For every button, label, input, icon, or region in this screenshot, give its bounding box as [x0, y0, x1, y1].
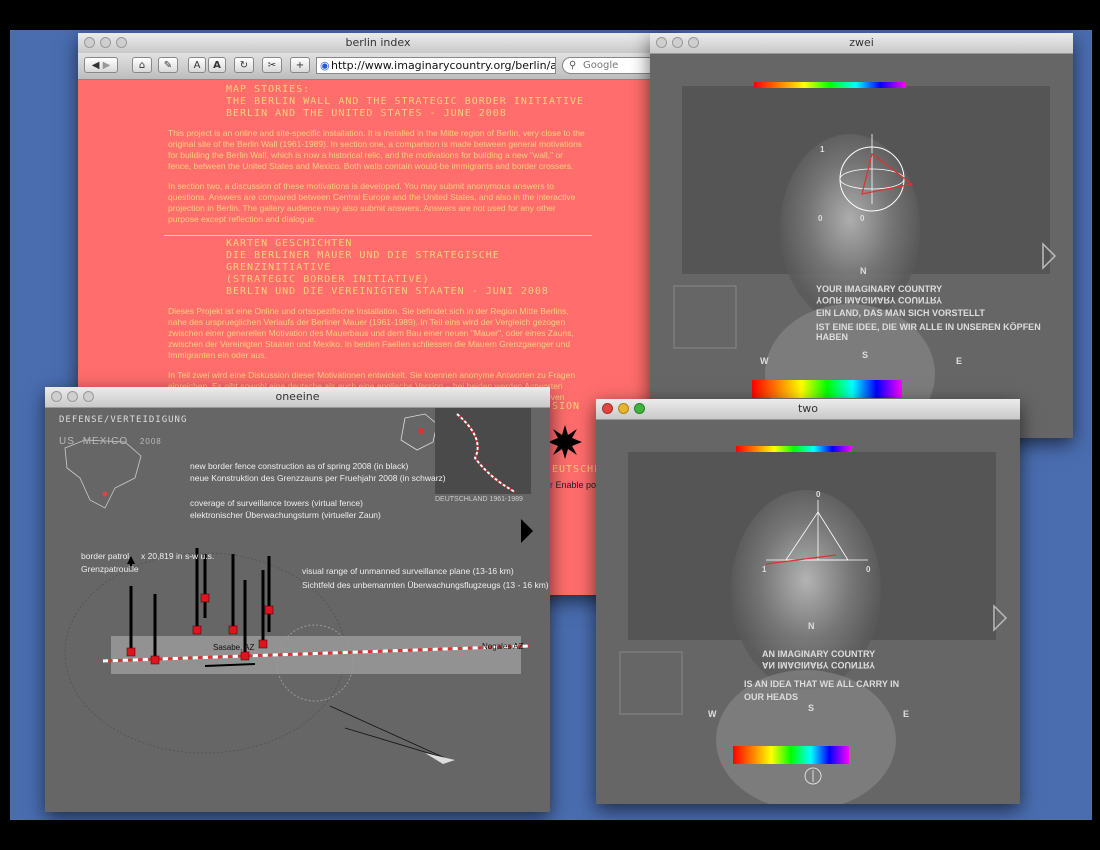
reload-icon: ↻ — [239, 60, 249, 71]
berlin-aerial-image — [435, 408, 531, 494]
en-paragraph-1: This project is an online and site-speci… — [168, 128, 585, 171]
compass-east: E — [956, 356, 963, 366]
zwei-artwork — [650, 54, 1073, 438]
rainbow-bar-top — [754, 82, 906, 88]
text-smaller-button[interactable]: A — [188, 57, 206, 73]
window-title: two — [797, 402, 819, 415]
zwei-window: zwei 1 0 0 N W S E YOUR IMAGINARY COUNTR… — [650, 33, 1073, 438]
axis-label: 1 — [820, 145, 825, 154]
de-heading: KARTEN GESCHICHTEN DIE BERLINER MAUER UN… — [226, 238, 549, 297]
two-artwork — [596, 420, 1020, 804]
back-forward-buttons[interactable]: ◀ ▶ — [84, 57, 118, 73]
axis-label: 1 — [762, 565, 767, 574]
plus-icon: + — [295, 60, 305, 71]
axis-label: 0 — [860, 214, 865, 223]
divider — [164, 235, 592, 236]
place-sasabe: Sasabe, AZ — [213, 643, 255, 652]
patrol-label-de: Grenzpatrouille — [81, 564, 139, 574]
close-button[interactable] — [51, 391, 62, 402]
en-paragraph-2: In section two, a discussion of these mo… — [168, 181, 576, 224]
two-content: 0 1 0 N W S E AN IMAGINARY COUNTRY AN IM… — [596, 420, 1020, 804]
text-line-4: OUR HEADS — [744, 692, 799, 702]
patrol-label-en: border patrol — [81, 551, 130, 561]
minimize-button[interactable] — [618, 403, 629, 414]
rainbow-bar-bottom — [752, 380, 902, 398]
oneeine-titlebar[interactable]: oneeine — [45, 387, 550, 408]
two-titlebar[interactable]: two — [596, 399, 1020, 420]
text-line-1: YOUR IMAGINARY COUNTRY — [816, 284, 943, 294]
close-button[interactable] — [656, 37, 667, 48]
compass-west: W — [760, 356, 769, 366]
enable-link[interactable]: r Enable po — [550, 480, 596, 490]
browser-titlebar[interactable]: berlin index — [78, 33, 678, 54]
starburst-icon — [548, 425, 582, 459]
edit-button[interactable]: ✎ — [158, 57, 178, 73]
text-line-2-mirrored: AN IMAGINARY COUNTRY — [762, 660, 876, 670]
window-title: berlin index — [345, 36, 411, 49]
scissors-icon: ✂ — [267, 60, 277, 71]
text-line-4: IST EINE IDEE, DIE WIR ALLE IN UNSEREN K… — [816, 322, 1041, 342]
home-icon: ⌂ — [138, 60, 146, 71]
defense-header: DEFENSE/VERTEIDIGUNG — [59, 415, 188, 425]
text-line-3: IS AN IDEA THAT WE ALL CARRY IN — [744, 679, 900, 689]
region-label: US MEXICO 2008 — [59, 436, 162, 447]
axis-label: 0 — [816, 490, 821, 499]
compass-south: S — [862, 350, 869, 360]
plane-label-de: Sichtfeld des unbemannten Überwachungsfl… — [302, 580, 549, 590]
compass-east: E — [903, 709, 910, 719]
search-field[interactable]: ⚲ Google — [562, 57, 662, 74]
add-bookmark-button[interactable]: + — [290, 57, 310, 73]
text-line-2-mirrored: YOUR IMAGINARY COUNTRY — [816, 295, 943, 305]
zoom-button[interactable] — [83, 391, 94, 402]
towers-label-de: elektronischer Überwachungsturm (virtuel… — [190, 510, 381, 520]
zoom-button[interactable] — [688, 37, 699, 48]
rainbow-bar-bottom — [733, 746, 849, 764]
bookmark-button[interactable]: ✂ — [262, 57, 282, 73]
plane-label-en: visual range of unmanned surveillance pl… — [302, 566, 514, 576]
globe-icon: ◉ — [320, 59, 330, 72]
minimize-button[interactable] — [100, 37, 111, 48]
two-window: two 0 1 0 N W S E AN IMAGINARY COUNTRY A… — [596, 399, 1020, 804]
en-heading: MAP STORIES: THE BERLIN WALL AND THE STR… — [226, 84, 585, 119]
towers-label-en: coverage of surveillance towers (virtual… — [190, 498, 363, 508]
text-line-1: AN IMAGINARY COUNTRY — [762, 649, 876, 659]
pencil-icon: ✎ — [163, 60, 173, 71]
fence-label-de: neue Konstruktion des Grenzzauns per Fru… — [190, 473, 446, 483]
text-line-3: EIN LAND, DAS MAN SICH VORSTELLT — [816, 308, 985, 318]
compass-west: W — [708, 709, 717, 719]
oneeine-content: DEFENSE/VERTEIDIGUNG US MEXICO 2008 DEUT… — [45, 408, 550, 812]
sion-fragment: SION — [552, 401, 581, 412]
back-arrow-icon[interactable]: ◀ — [92, 60, 100, 71]
zwei-titlebar[interactable]: zwei — [650, 33, 1073, 54]
minimize-button[interactable] — [672, 37, 683, 48]
search-icon: ⚲ — [569, 60, 577, 71]
oneeine-window: oneeine DEFENSE/VERTEIDIGUNG US MEXICO 2… — [45, 387, 550, 812]
text-larger-button[interactable]: A — [208, 57, 226, 73]
window-title: zwei — [849, 36, 874, 49]
window-title: oneeine — [275, 390, 320, 403]
forward-arrow-icon[interactable]: ▶ — [103, 60, 111, 71]
url-field[interactable]: ◉ http://www.imaginarycountry.org/berlin… — [316, 57, 556, 74]
de-paragraph-1: Dieses Projekt ist eine Online und ortss… — [168, 306, 574, 360]
browser-toolbar: ◀ ▶ ⌂ ✎ A A ↻ ✂ + ◉ http://www.imaginary… — [78, 53, 678, 80]
zwei-content: 1 0 0 N W S E YOUR IMAGINARY COUNTRY YOU… — [650, 54, 1073, 438]
home-button[interactable]: ⌂ — [132, 57, 152, 73]
close-button[interactable] — [602, 403, 613, 414]
reload-button[interactable]: ↻ — [234, 57, 254, 73]
close-button[interactable] — [84, 37, 95, 48]
patrol-count: x 20,819 in s-w u.s. — [141, 551, 215, 561]
zoom-button[interactable] — [116, 37, 127, 48]
minimize-button[interactable] — [67, 391, 78, 402]
place-nogales: Nogales AZ — [482, 642, 524, 651]
zoom-button[interactable] — [634, 403, 645, 414]
fence-label-en: new border fence construction as of spri… — [190, 461, 409, 471]
compass-south: S — [808, 703, 815, 713]
axis-label: 0 — [818, 214, 823, 223]
axis-label: 0 — [866, 565, 871, 574]
compass-north: N — [860, 266, 867, 276]
rainbow-bar-top — [736, 446, 852, 452]
inset-caption: DEUTSCHLAND 1961-1989 — [435, 496, 523, 503]
compass-north: N — [808, 621, 815, 631]
